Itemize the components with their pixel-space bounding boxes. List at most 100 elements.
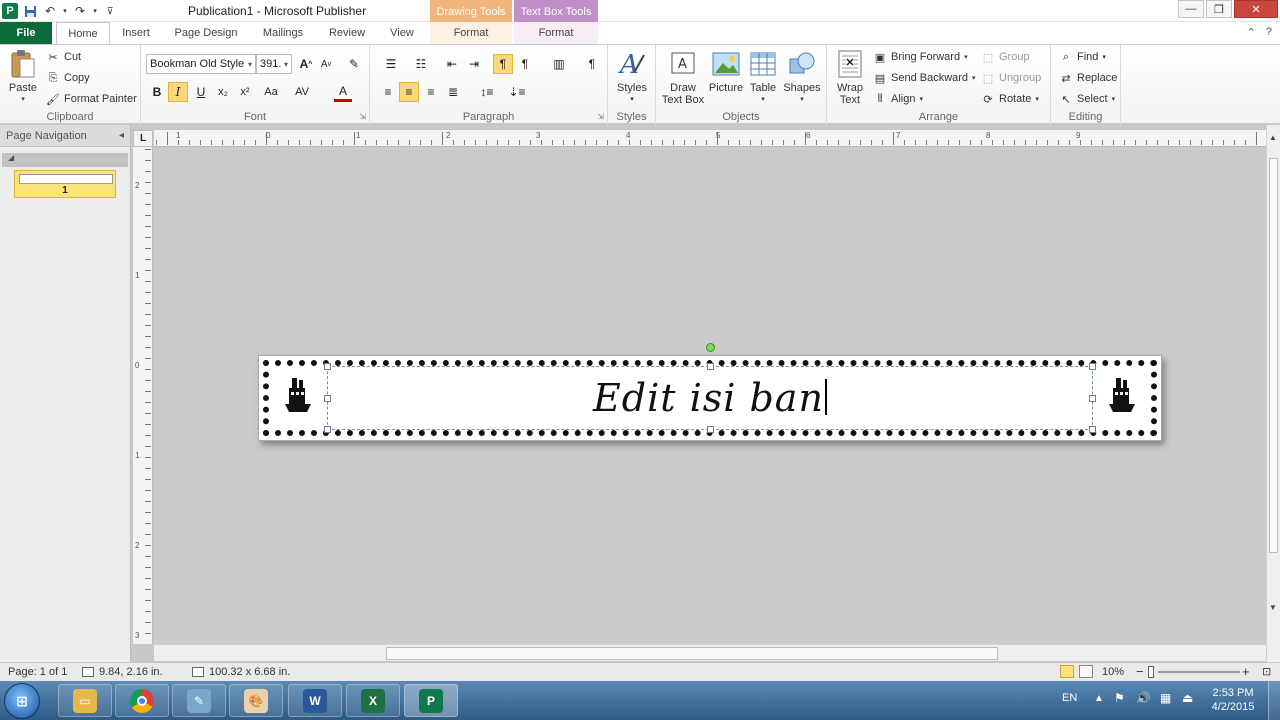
system-clock[interactable]: 2:53 PM 4/2/2015 xyxy=(1205,686,1261,714)
tab-page-design[interactable]: Page Design xyxy=(168,22,244,44)
publication-canvas[interactable]: Edit isi ban xyxy=(154,147,1266,644)
zoom-level[interactable]: 10% xyxy=(1102,666,1124,678)
taskbar-chrome[interactable] xyxy=(115,684,169,717)
resize-handle[interactable] xyxy=(707,363,714,370)
change-case-button[interactable]: Aa xyxy=(258,82,284,102)
dialog-launcher-icon[interactable]: ⇲ xyxy=(359,112,366,121)
tab-drawing-format[interactable]: Format xyxy=(430,22,512,44)
italic-button[interactable]: I xyxy=(168,82,188,102)
replace-button[interactable]: ⇄ Replace xyxy=(1059,69,1117,87)
show-paragraph-marks-icon[interactable]: ¶ xyxy=(582,54,602,74)
banner-page[interactable]: Edit isi ban xyxy=(258,343,1162,441)
find-button[interactable]: ⌕ Find ▾ xyxy=(1059,48,1106,66)
scroll-down-icon[interactable]: ▼ xyxy=(1269,603,1277,612)
save-icon[interactable] xyxy=(22,3,38,19)
minimize-icon[interactable]: — xyxy=(1178,0,1204,18)
show-hidden-icons-icon[interactable]: ▲ xyxy=(1094,693,1104,704)
scroll-up-icon[interactable]: ▲ xyxy=(1269,133,1277,142)
rotation-handle[interactable] xyxy=(706,343,715,352)
send-backward-button[interactable]: ▤ Send Backward ▾ xyxy=(873,69,976,87)
zoom-out-icon[interactable]: − xyxy=(1136,664,1144,679)
bold-button[interactable]: B xyxy=(147,82,167,102)
paragraph-spacing-icon[interactable]: ⇣≡ xyxy=(504,82,530,102)
resize-handle[interactable] xyxy=(707,426,714,433)
styles-button[interactable]: A Styles ▾ xyxy=(614,49,650,106)
taskbar-excel[interactable]: X xyxy=(346,684,400,717)
two-page-view-icon[interactable] xyxy=(1079,665,1093,678)
resize-handle[interactable] xyxy=(324,363,331,370)
align-button[interactable]: ⫴ Align ▾ xyxy=(873,90,923,108)
fit-page-icon[interactable]: ⊡ xyxy=(1262,665,1271,678)
redo-dropdown-icon[interactable]: ▾ xyxy=(92,3,98,19)
cut-button[interactable]: ✂ Cut xyxy=(46,48,81,66)
undo-dropdown-icon[interactable]: ▾ xyxy=(62,3,68,19)
superscript-button[interactable]: x² xyxy=(235,82,255,102)
taskbar-word[interactable]: W xyxy=(288,684,342,717)
copy-button[interactable]: ⎘ Copy xyxy=(46,69,90,87)
font-color-button[interactable]: A xyxy=(334,82,352,102)
ungroup-button[interactable]: ⬚ Ungroup xyxy=(981,69,1041,87)
align-left-icon[interactable]: ≡ xyxy=(378,82,398,102)
group-button[interactable]: ⬚ Group xyxy=(981,48,1030,66)
subscript-button[interactable]: x₂ xyxy=(213,82,233,102)
dialog-launcher-icon[interactable]: ⇲ xyxy=(597,112,604,121)
collapse-ribbon-icon[interactable]: ⌃ xyxy=(1247,26,1256,39)
start-button[interactable]: ⊞ xyxy=(4,683,40,719)
tab-file[interactable]: File xyxy=(0,22,52,44)
tab-review[interactable]: Review xyxy=(322,22,372,44)
zoom-slider[interactable] xyxy=(1158,671,1240,673)
tab-textbox-format[interactable]: Format xyxy=(514,22,598,44)
format-painter-button[interactable]: 🖌 Format Painter xyxy=(46,90,137,108)
language-indicator[interactable]: EN xyxy=(1062,692,1077,704)
vertical-scrollbar[interactable]: ▲ ▼ xyxy=(1266,125,1280,662)
shrink-font-icon[interactable]: Av xyxy=(316,54,336,74)
tab-selector[interactable]: L xyxy=(133,130,153,147)
character-spacing-icon[interactable]: AV xyxy=(289,82,315,102)
volume-icon[interactable]: 🔊 xyxy=(1136,691,1151,705)
wrap-text-button[interactable]: Wrap Text xyxy=(833,49,867,106)
taskbar-explorer[interactable]: ▭ xyxy=(58,684,112,717)
redo-icon[interactable]: ↷ xyxy=(72,3,88,19)
increase-indent-icon[interactable]: ⇥ xyxy=(464,54,484,74)
justify-icon[interactable]: ≣ xyxy=(443,82,463,102)
table-button[interactable]: Table ▾ xyxy=(746,49,780,106)
page-indicator[interactable]: Page: 1 of 1 xyxy=(8,666,67,678)
numbering-icon[interactable]: ☷ xyxy=(408,54,434,74)
clear-formatting-icon[interactable]: ✎ xyxy=(344,54,364,74)
rotate-button[interactable]: ⟳ Rotate ▾ xyxy=(981,90,1039,108)
taskbar-notepad[interactable]: ✎ xyxy=(172,684,226,717)
bullets-icon[interactable]: ☰ xyxy=(378,54,404,74)
tab-home[interactable]: Home xyxy=(56,22,110,44)
grow-font-icon[interactable]: A ^ xyxy=(296,54,316,74)
select-button[interactable]: ↖ Select ▾ xyxy=(1059,90,1115,108)
horizontal-scroll-thumb[interactable] xyxy=(386,647,998,660)
columns-icon[interactable]: ▥ xyxy=(546,54,572,74)
taskbar-paint[interactable]: 🎨 xyxy=(229,684,283,717)
action-center-icon[interactable]: ⚑ xyxy=(1114,691,1125,705)
line-spacing-icon[interactable]: ↕≡ xyxy=(474,82,500,102)
align-right-icon[interactable]: ≡ xyxy=(421,82,441,102)
close-icon[interactable]: ✕ xyxy=(1234,0,1278,18)
collapse-pane-icon[interactable]: ◂ xyxy=(119,130,124,141)
resize-handle[interactable] xyxy=(324,426,331,433)
decrease-indent-icon[interactable]: ⇤ xyxy=(442,54,462,74)
vertical-ruler[interactable]: 2 1 0 1 2 3 xyxy=(133,147,153,644)
page-thumbnail[interactable]: 1 xyxy=(14,170,116,198)
section-collapse-bar[interactable]: ◢ xyxy=(2,153,128,167)
text-direction-rtl-icon[interactable]: ¶ xyxy=(515,54,535,74)
single-page-view-icon[interactable] xyxy=(1060,665,1074,678)
publisher-app-icon[interactable]: P xyxy=(2,3,18,19)
zoom-in-icon[interactable]: + xyxy=(1242,664,1250,679)
tab-mailings[interactable]: Mailings xyxy=(254,22,312,44)
align-center-icon[interactable]: ≡ xyxy=(399,82,419,102)
safely-remove-icon[interactable]: ⏏ xyxy=(1182,691,1193,705)
tab-view[interactable]: View xyxy=(382,22,422,44)
text-direction-ltr-icon[interactable]: ¶ xyxy=(493,54,513,74)
horizontal-scrollbar[interactable] xyxy=(154,644,1266,661)
font-size-combo[interactable]: 391. ▾ xyxy=(256,54,292,74)
resize-handle[interactable] xyxy=(1089,426,1096,433)
picture-button[interactable]: Picture xyxy=(706,49,746,94)
bring-forward-button[interactable]: ▣ Bring Forward ▾ xyxy=(873,48,968,66)
horizontal-ruler[interactable]: 1 0 1 2 3 4 5 6 7 8 9 xyxy=(154,130,1266,147)
customize-toolbar-icon[interactable]: ⊽ xyxy=(102,3,118,19)
